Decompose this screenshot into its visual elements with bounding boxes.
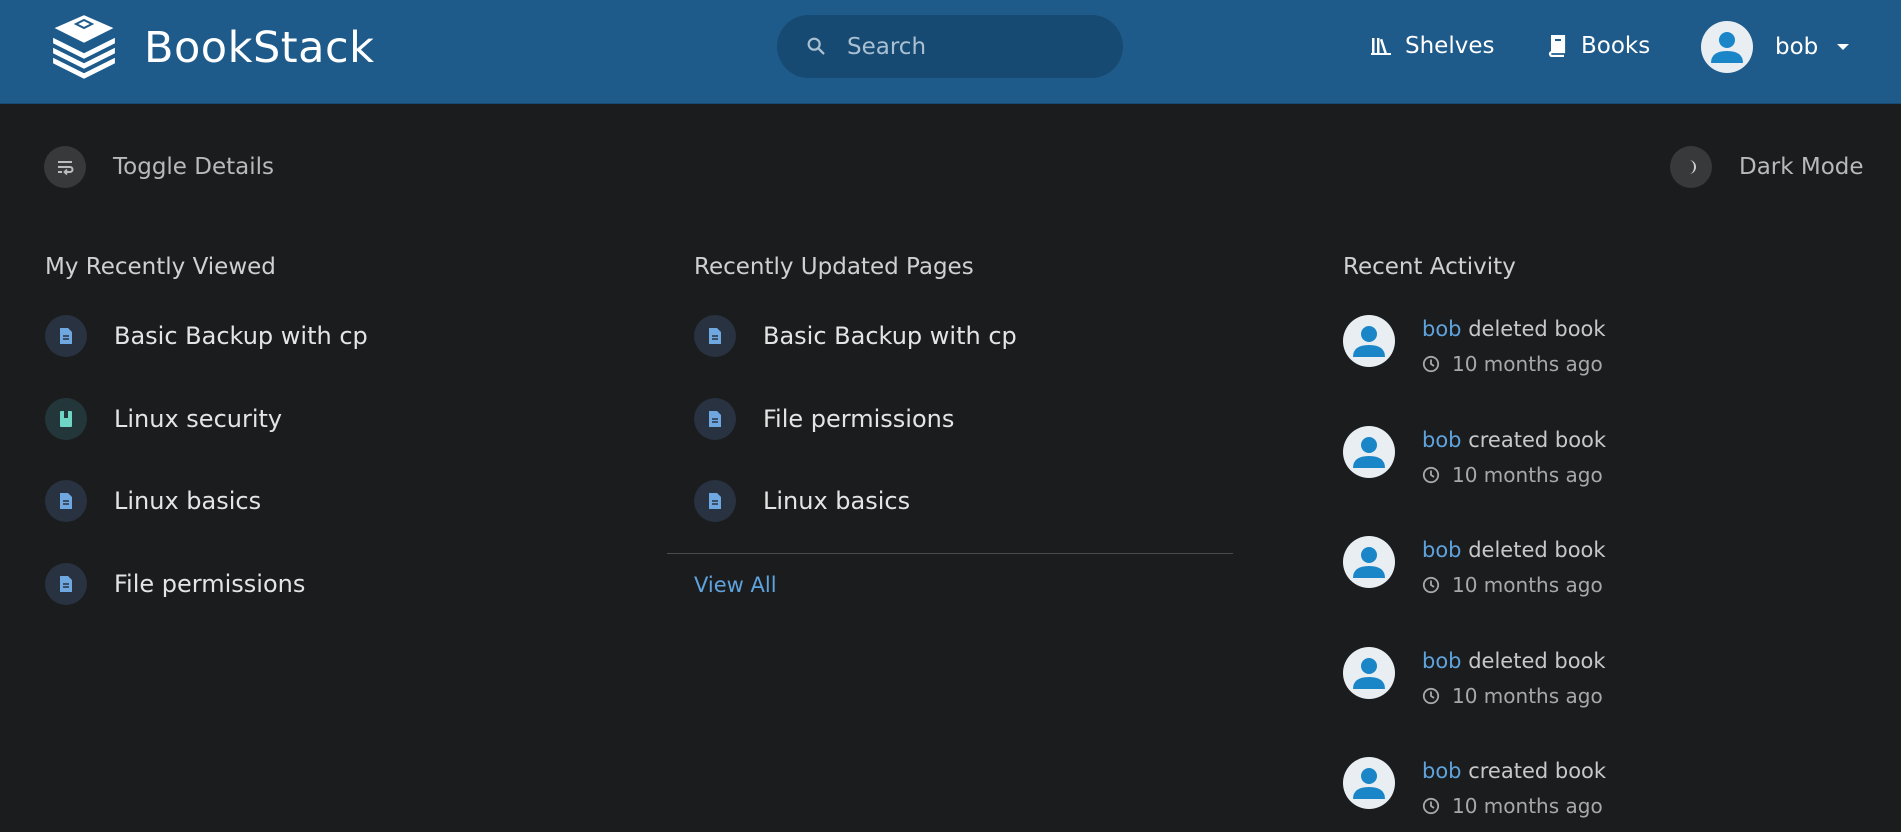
activity-time-label: 10 months ago (1452, 352, 1603, 376)
recently-updated-item[interactable]: File permissions (694, 398, 954, 440)
user-icon (1353, 658, 1385, 689)
user-icon (1353, 768, 1385, 799)
avatar[interactable] (1343, 757, 1395, 809)
toggle-details-icon-wrap (44, 146, 86, 188)
user-avatar (1701, 21, 1753, 73)
user-menu[interactable]: bob (1701, 21, 1850, 73)
activity-time-label: 10 months ago (1452, 794, 1603, 818)
activity-user-link[interactable]: bob (1422, 428, 1462, 452)
user-icon (1711, 32, 1743, 63)
recent-activity-title: Recent Activity (1343, 254, 1516, 280)
recently-viewed-item-label: Linux security (114, 405, 283, 433)
activity-text: bob deleted book (1422, 649, 1606, 673)
activity-user-link[interactable]: bob (1422, 538, 1462, 562)
activity-time: 10 months ago (1422, 463, 1603, 487)
nav-shelves-link[interactable]: Shelves (1371, 28, 1494, 64)
activity-text: bob created book (1422, 759, 1606, 783)
recently-viewed-item-label: Basic Backup with cp (114, 322, 368, 350)
user-icon (1353, 547, 1385, 578)
recently-updated-item[interactable]: Basic Backup with cp (694, 315, 1017, 357)
chevron-down-icon (1837, 44, 1850, 50)
moon-icon (1689, 160, 1696, 174)
activity-time-label: 10 months ago (1452, 573, 1603, 597)
page-icon (694, 398, 736, 440)
activity-action: deleted book (1468, 317, 1606, 341)
view-all-link[interactable]: View All (694, 573, 777, 597)
books-icon (1548, 35, 1566, 57)
activity-text: bob deleted book (1422, 317, 1606, 341)
toggle-details-button[interactable]: Toggle Details (44, 146, 274, 188)
activity-text: bob deleted book (1422, 538, 1606, 562)
user-name: bob (1775, 34, 1819, 60)
clock-icon (1422, 797, 1440, 815)
activity-action: created book (1468, 428, 1607, 452)
recently-updated-item-label: File permissions (763, 405, 955, 433)
activity-time: 10 months ago (1422, 684, 1603, 708)
recently-viewed-item[interactable]: Linux basics (45, 480, 261, 522)
user-icon (1353, 326, 1385, 357)
divider (667, 553, 1233, 554)
clock-icon (1422, 466, 1440, 484)
page-icon (694, 480, 736, 522)
book-icon (45, 398, 87, 440)
page-icon (694, 315, 736, 357)
recently-viewed-item-label: File permissions (114, 570, 306, 598)
clock-icon (1422, 576, 1440, 594)
avatar[interactable] (1343, 426, 1395, 478)
search-box[interactable] (777, 15, 1123, 78)
activity-time-label: 10 months ago (1452, 463, 1603, 487)
activity-time: 10 months ago (1422, 794, 1603, 818)
activity-time: 10 months ago (1422, 352, 1603, 376)
avatar[interactable] (1343, 647, 1395, 699)
nav-books-label: Books (1581, 33, 1651, 59)
dark-mode-label: Dark Mode (1739, 154, 1864, 180)
search-icon (807, 37, 825, 55)
recently-viewed-item[interactable]: File permissions (45, 563, 305, 605)
activity-time: 10 months ago (1422, 573, 1603, 597)
recently-viewed-item[interactable]: Linux security (45, 398, 282, 440)
activity-action: deleted book (1468, 538, 1606, 562)
activity-text: bob created book (1422, 428, 1606, 452)
recently-viewed-item-label: Linux basics (114, 487, 262, 515)
toggle-details-label: Toggle Details (113, 154, 274, 180)
avatar[interactable] (1343, 315, 1395, 367)
recently-updated-item[interactable]: Linux basics (694, 480, 910, 522)
activity-action: deleted book (1468, 649, 1606, 673)
recently-viewed-title: My Recently Viewed (45, 254, 276, 280)
nav-books-link[interactable]: Books (1547, 28, 1650, 64)
activity-action: created book (1468, 759, 1607, 783)
nav-shelves-label: Shelves (1405, 33, 1495, 59)
activity-user-link[interactable]: bob (1422, 649, 1462, 673)
avatar[interactable] (1343, 536, 1395, 588)
clock-icon (1422, 687, 1440, 705)
search-input[interactable] (845, 15, 1105, 78)
top-header: BookStack Shelves Books (0, 0, 1901, 104)
activity-user-link[interactable]: bob (1422, 759, 1462, 783)
shelves-icon (1371, 38, 1391, 55)
activity-time-label: 10 months ago (1452, 684, 1603, 708)
recently-updated-title: Recently Updated Pages (694, 254, 974, 280)
recently-updated-item-label: Linux basics (763, 487, 911, 515)
recently-viewed-item[interactable]: Basic Backup with cp (45, 315, 368, 357)
page-icon (45, 480, 87, 522)
recently-updated-item-label: Basic Backup with cp (763, 322, 1017, 350)
bookstack-logo-icon[interactable] (48, 14, 120, 80)
page-icon (45, 563, 87, 605)
clock-icon (1422, 355, 1440, 373)
user-icon (1353, 437, 1385, 468)
dark-mode-icon-wrap (1670, 146, 1712, 188)
dark-mode-button[interactable]: Dark Mode (1670, 146, 1864, 188)
activity-user-link[interactable]: bob (1422, 317, 1462, 341)
toggle-details-icon (58, 161, 74, 176)
page-icon (45, 315, 87, 357)
app-title[interactable]: BookStack (144, 22, 375, 74)
